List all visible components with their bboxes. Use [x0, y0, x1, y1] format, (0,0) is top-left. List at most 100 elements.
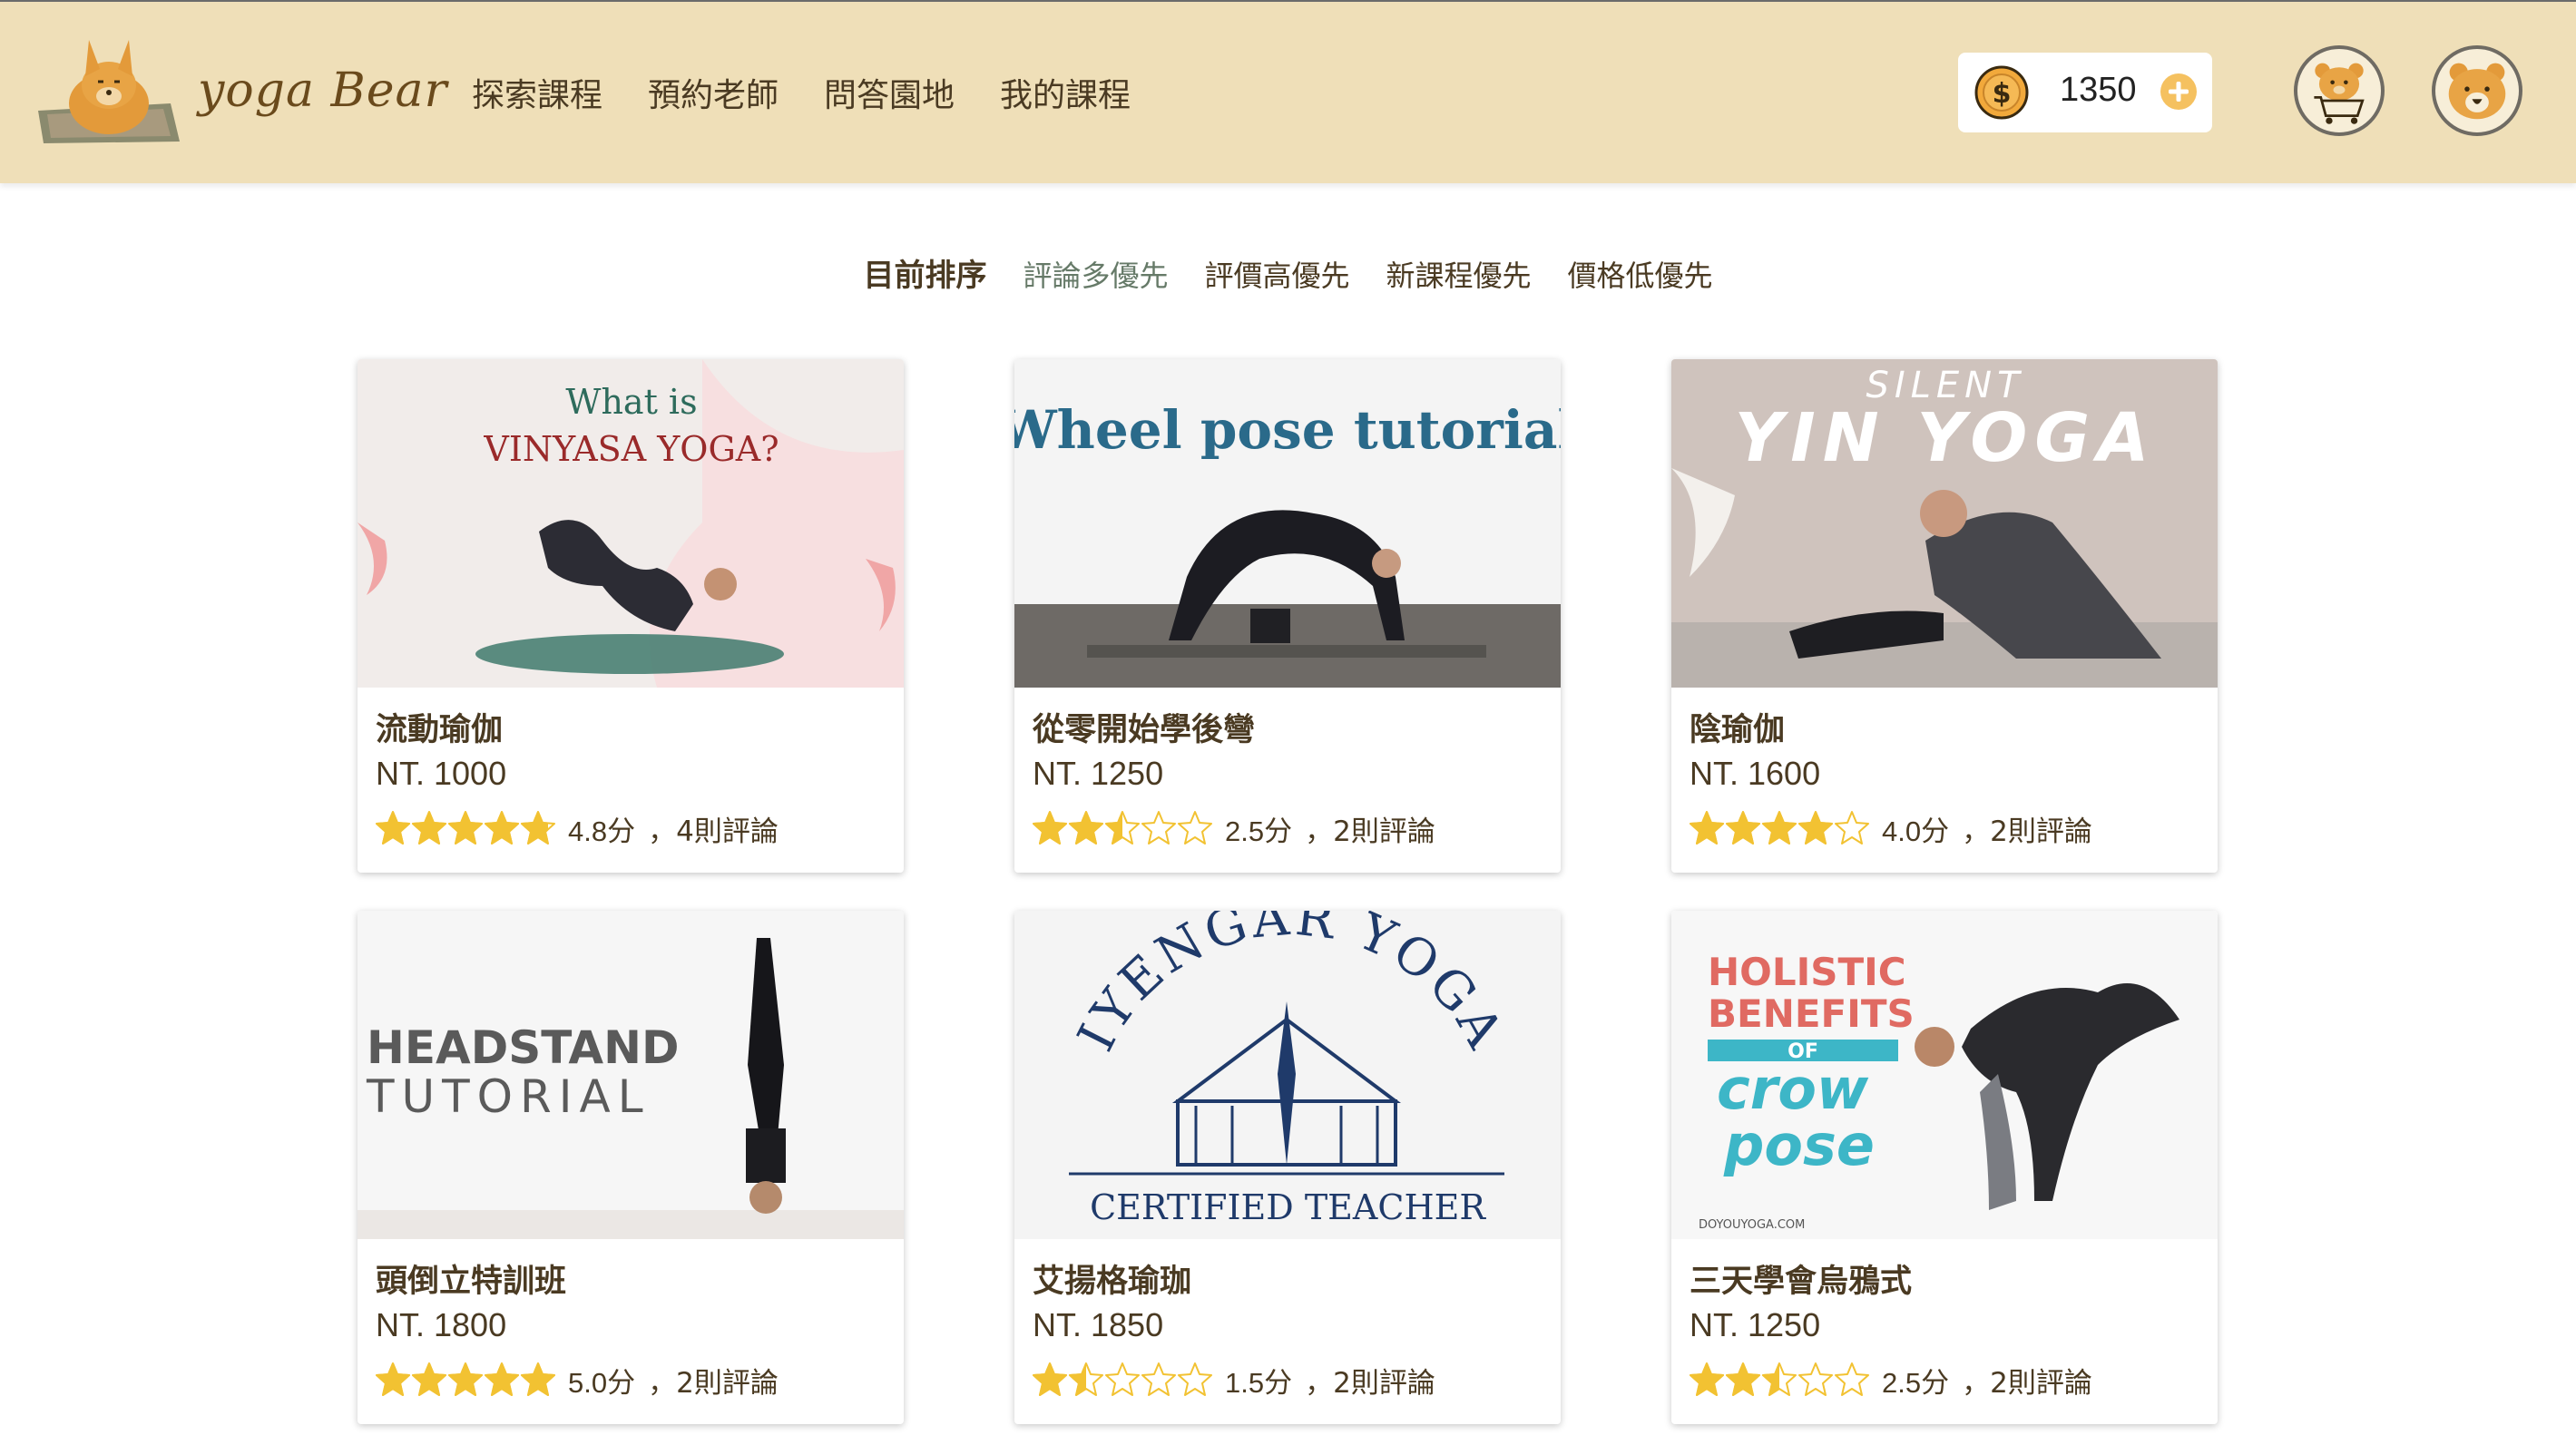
star-icon — [1690, 1362, 1724, 1396]
yoga-bear-logo[interactable] — [34, 27, 184, 147]
site-header: yoga Bear 探索課程 預約老師 問答園地 我的課程 $ 1350 — [0, 2, 2576, 183]
review-count[interactable]: ，4則評論 — [648, 808, 779, 849]
star-icon — [485, 811, 519, 845]
star-icon — [1798, 1362, 1833, 1396]
course-rating: 2.5分 ，2則評論 — [1690, 1357, 2199, 1402]
course-price: NT. 1000 — [376, 755, 507, 792]
thumb-line: What is — [565, 382, 697, 422]
star-icon — [1690, 811, 1724, 845]
bear-user-avatar[interactable] — [2432, 45, 2522, 136]
star-rating-icon — [1033, 1362, 1212, 1398]
course-card[interactable]: Wheel pose tutorial 從零開始學後彎 NT. 1250 2.5… — [1014, 359, 1561, 873]
course-thumbnail: HOLISTIC BENEFITS OF crow pose DOYOUYOGA… — [1671, 911, 2218, 1239]
course-thumbnail: What is VINYASA YOGA? — [358, 359, 904, 688]
star-icon — [521, 811, 549, 845]
bear-cart-icon[interactable] — [2294, 45, 2385, 136]
nav-explore-courses[interactable]: 探索課程 — [472, 69, 602, 116]
course-thumbnail: SILENT YIN YOGA — [1671, 359, 2218, 688]
star-icon — [1726, 1362, 1760, 1396]
star-icon — [1105, 1362, 1140, 1396]
course-card[interactable]: What is VINYASA YOGA? 流動瑜伽 NT. 1000 4.8分… — [358, 359, 904, 873]
star-icon — [1105, 811, 1122, 845]
course-title[interactable]: 艾揚格瑜珈 — [1033, 1255, 1543, 1303]
nav-book-teacher[interactable]: 預約老師 — [648, 69, 779, 116]
star-icon — [1726, 811, 1760, 845]
svg-text:$: $ — [1993, 78, 2012, 110]
course-price: NT. 1850 — [1033, 1306, 1164, 1343]
sort-lowest-price[interactable]: 價格低優先 — [1568, 253, 1713, 295]
review-count[interactable]: ，2則評論 — [1305, 1360, 1435, 1401]
star-icon — [376, 1362, 410, 1396]
plus-circle-icon[interactable] — [2160, 73, 2198, 111]
course-title[interactable]: 頭倒立特訓班 — [376, 1255, 886, 1303]
course-title[interactable]: 陰瑜伽 — [1690, 704, 2199, 751]
coin-balance: 1350 — [2060, 71, 2137, 109]
star-icon — [412, 1362, 446, 1396]
sort-bar: 目前排序 評論多優先 評價高優先 新課程優先 價格低優先 — [0, 250, 2576, 295]
course-rating: 4.8分 ，4則評論 — [376, 805, 886, 851]
course-price: NT. 1250 — [1033, 755, 1164, 792]
thumb-line: VINYASA YOGA? — [483, 429, 779, 469]
course-title[interactable]: 三天學會烏鴉式 — [1690, 1255, 2199, 1303]
course-thumbnail: Wheel pose tutorial — [1014, 359, 1561, 688]
sort-newest[interactable]: 新課程優先 — [1386, 253, 1532, 295]
star-icon — [1069, 811, 1103, 845]
star-rating-icon — [1690, 1362, 1869, 1398]
star-icon — [448, 811, 483, 845]
course-card[interactable]: IYENGAR YOGA CERTIFIED TEACHER 艾揚格瑜珈 NT.… — [1014, 911, 1561, 1424]
thumb-line: CERTIFIED TEACHER — [1090, 1187, 1486, 1227]
thumb-line: DOYOUYOGA.COM — [1699, 1218, 1805, 1232]
rating-score: 5.0分 — [568, 1366, 636, 1399]
star-icon — [1033, 1362, 1067, 1396]
thumb-line: pose — [1723, 1112, 1875, 1178]
star-icon — [485, 1362, 519, 1396]
star-icon — [1033, 811, 1067, 845]
sort-most-reviews[interactable]: 評論多優先 — [1023, 253, 1168, 295]
course-thumbnail: HEADSTAND TUTORIAL — [358, 911, 904, 1239]
course-rating: 1.5分 ，2則評論 — [1033, 1357, 1543, 1402]
star-icon — [1798, 811, 1833, 845]
course-card[interactable]: SILENT YIN YOGA 陰瑜伽 NT. 1600 4.0分 ，2則評論 — [1671, 359, 2218, 873]
main-nav: 探索課程 預約老師 問答園地 我的課程 — [472, 69, 1131, 116]
sort-label: 目前排序 — [863, 258, 987, 294]
thumb-line: YIN YOGA — [1735, 399, 2157, 477]
logo-text: yoga Bear — [198, 63, 448, 118]
star-icon — [1835, 1362, 1869, 1396]
course-rating: 5.0分 ，2則評論 — [376, 1357, 886, 1402]
star-icon — [1762, 811, 1797, 845]
nav-qa[interactable]: 問答園地 — [824, 69, 955, 116]
rating-score: 2.5分 — [1882, 1366, 1950, 1399]
review-count[interactable]: ，2則評論 — [1962, 808, 2092, 849]
course-rating: 2.5分 ，2則評論 — [1033, 805, 1543, 851]
review-count[interactable]: ，2則評論 — [648, 1360, 779, 1401]
thumb-line: HOLISTIC — [1708, 950, 1906, 994]
course-grid: What is VINYASA YOGA? 流動瑜伽 NT. 1000 4.8分… — [358, 359, 2218, 1424]
star-icon — [1835, 811, 1869, 845]
course-thumbnail: IYENGAR YOGA CERTIFIED TEACHER — [1014, 911, 1561, 1239]
thumb-line: TUTORIAL — [366, 1070, 651, 1123]
rating-score: 1.5分 — [1225, 1366, 1293, 1399]
star-icon — [1141, 811, 1176, 845]
thumb-line: BENEFITS — [1708, 991, 1915, 1036]
course-title[interactable]: 從零開始學後彎 — [1033, 704, 1543, 751]
review-count[interactable]: ，2則評論 — [1962, 1360, 2092, 1401]
star-icon — [1141, 1362, 1176, 1396]
course-card[interactable]: HEADSTAND TUTORIAL 頭倒立特訓班 NT. 1800 5.0分 … — [358, 911, 904, 1424]
course-title[interactable]: 流動瑜伽 — [376, 704, 886, 751]
star-icon — [1762, 1362, 1779, 1396]
star-icon — [448, 1362, 483, 1396]
star-rating-icon — [376, 810, 555, 846]
star-icon — [1178, 811, 1212, 845]
star-rating-icon — [1033, 810, 1212, 846]
sort-highest-rated[interactable]: 評價高優先 — [1204, 253, 1349, 295]
nav-my-courses[interactable]: 我的課程 — [1000, 69, 1131, 116]
course-price: NT. 1800 — [376, 1306, 507, 1343]
course-price: NT. 1600 — [1690, 755, 1821, 792]
star-rating-icon — [1690, 810, 1869, 846]
course-card[interactable]: HOLISTIC BENEFITS OF crow pose DOYOUYOGA… — [1671, 911, 2218, 1424]
rating-score: 2.5分 — [1225, 815, 1293, 847]
star-icon — [1069, 1362, 1086, 1396]
review-count[interactable]: ，2則評論 — [1305, 808, 1435, 849]
star-icon — [521, 1362, 555, 1396]
course-rating: 4.0分 ，2則評論 — [1690, 805, 2199, 851]
